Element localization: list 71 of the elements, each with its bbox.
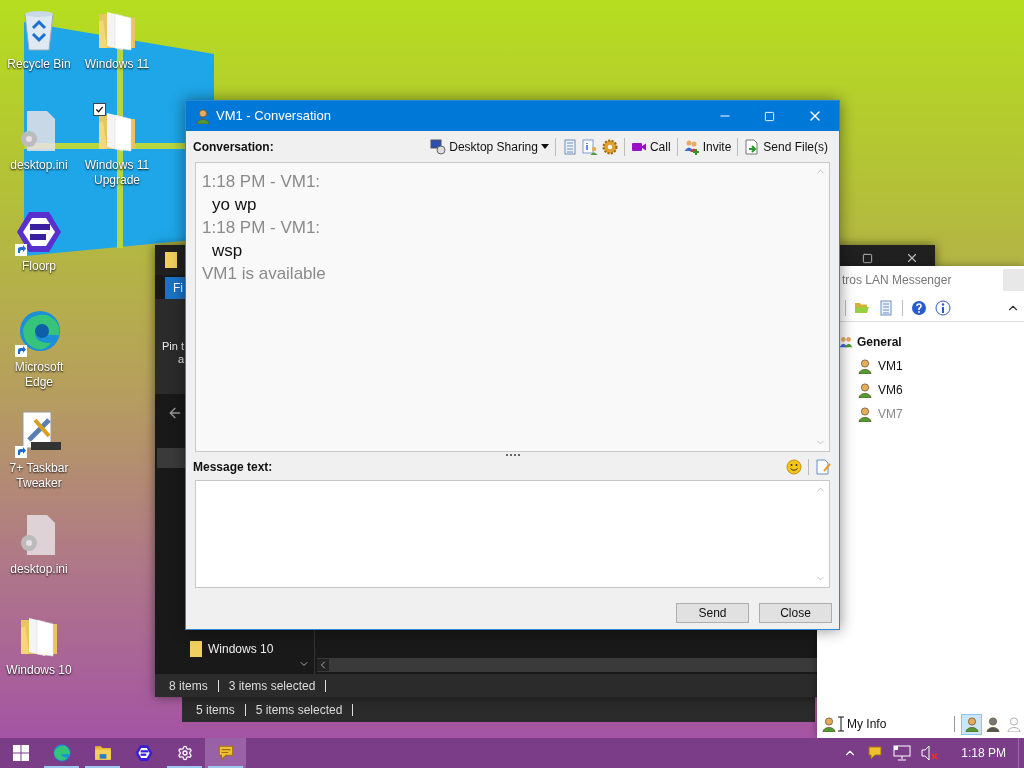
folder-icon (165, 252, 177, 268)
window-title: VM1 - Conversation (216, 107, 331, 126)
speech-bubble-icon[interactable] (867, 745, 884, 761)
status-button[interactable] (961, 713, 982, 735)
help-icon[interactable] (911, 299, 927, 316)
info-icon[interactable] (935, 299, 951, 316)
ribbon-button-label[interactable]: a (178, 353, 185, 366)
nav-item[interactable]: Windows 10 (208, 640, 274, 658)
desktop-sharing-button[interactable]: Desktop Sharing (428, 135, 551, 158)
user-icon (963, 716, 980, 732)
checkbox[interactable] (93, 103, 106, 116)
tweaker-icon (15, 410, 63, 458)
splitter-handle[interactable] (505, 454, 520, 456)
dialog-button[interactable]: Close (759, 603, 832, 623)
group-label[interactable]: General (857, 333, 902, 351)
windows-start-icon (12, 745, 29, 761)
edge-icon (15, 309, 63, 357)
scroll-left-icon[interactable] (317, 659, 329, 671)
message-header: 1:18 PM - VM1: (202, 171, 321, 193)
floorp-icon (134, 744, 153, 762)
gear-icon (601, 138, 618, 155)
user-icon (821, 716, 837, 732)
dialog-button[interactable]: Send (676, 603, 749, 623)
status-message: VM1 is available (202, 263, 326, 285)
checkmark-icon (95, 105, 104, 114)
note-edit-icon[interactable] (815, 459, 831, 475)
contact-item[interactable]: VM6 (878, 381, 903, 399)
list-icon (561, 138, 578, 155)
add-people-icon (683, 138, 700, 155)
nav-row-highlight (157, 448, 185, 468)
user-icon (984, 716, 1001, 732)
status-text: 3 items selected (228, 677, 316, 695)
section-label: Conversation: (193, 138, 274, 156)
network-icon[interactable] (893, 745, 912, 761)
contact-info-icon (581, 138, 598, 155)
message-text: wsp (211, 240, 243, 262)
call-button[interactable]: Call (628, 135, 673, 158)
user-icon (857, 406, 873, 422)
status-text: 5 items (196, 701, 235, 719)
monitor-icon (430, 138, 447, 155)
invite-button[interactable]: Invite (681, 135, 734, 158)
ribbon-button-label[interactable]: Pin t (162, 340, 184, 353)
group-icon (839, 335, 853, 349)
my-info-label[interactable]: My Info (847, 715, 887, 733)
desktop-icon-label[interactable]: Windows 10 (1, 663, 77, 678)
user-icon (857, 358, 873, 374)
message-text: yo wp (211, 194, 257, 216)
contact-item[interactable]: VM1 (878, 357, 903, 375)
i-beam-cursor-icon (838, 716, 844, 732)
speech-bubble-icon (216, 744, 235, 762)
clock[interactable]: 1:18 PM (961, 744, 1006, 762)
send-file-button[interactable]: Send File(s) (742, 135, 830, 158)
send-file-icon (744, 138, 761, 155)
desktop-icon-label[interactable]: desktop.ini (1, 562, 77, 577)
status-text: 8 items (169, 677, 208, 695)
muted-speaker-icon[interactable] (921, 745, 940, 761)
close-icon[interactable] (905, 251, 919, 265)
user-icon (857, 382, 873, 398)
maximize-icon[interactable] (862, 252, 873, 264)
edge-icon (52, 744, 71, 762)
folder-icon (93, 744, 112, 762)
contact-item[interactable]: VM7 (878, 405, 903, 423)
folder-icon (190, 641, 202, 657)
window-title: tros LAN Messenger (842, 272, 952, 289)
gear-icon (176, 745, 193, 761)
message-header: 1:18 PM - VM1: (202, 217, 321, 239)
ribbon-tab[interactable]: Fi (165, 277, 185, 299)
section-label: Message text: (193, 459, 273, 476)
user-icon (195, 108, 211, 124)
smiley-icon[interactable] (786, 459, 802, 475)
status-text: 5 items selected (255, 701, 343, 719)
